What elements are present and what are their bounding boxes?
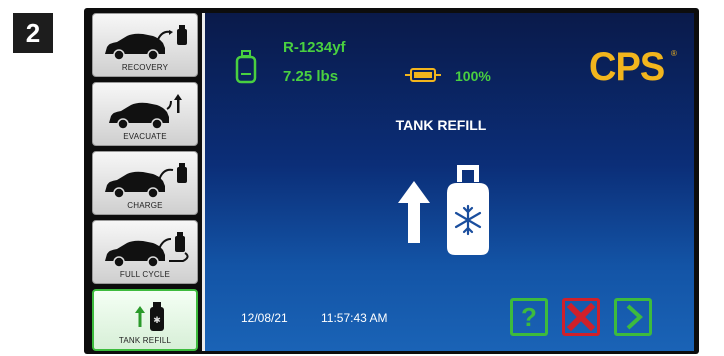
help-label: ? <box>521 302 537 332</box>
car-evacuate-icon <box>109 94 182 130</box>
refrigerant-type: R-1234yf <box>283 39 346 56</box>
up-arrow-icon <box>398 181 430 243</box>
tank-status-icon <box>235 50 257 84</box>
sidebar-item-label: FULL CYCLE <box>119 270 171 279</box>
battery-icon <box>405 68 441 82</box>
sidebar-item-label: CHARGE <box>127 201 163 210</box>
sidebar-item-recovery[interactable]: RECOVERY <box>92 13 198 77</box>
registered-mark: ® <box>671 49 677 58</box>
tank-refill-icon: ✱ <box>135 302 164 331</box>
tank-weight: 7.25 lbs <box>283 68 339 85</box>
sidebar-item-evacuate[interactable]: EVACUATE <box>92 82 198 146</box>
next-button[interactable] <box>614 298 652 336</box>
close-icon <box>566 302 596 332</box>
chevron-right-icon <box>626 304 643 330</box>
sidebar: RECOVERY EVACUATE CHARGE FULL CYCLE ✱ TA… <box>92 13 198 351</box>
main-panel: R-1234yf 7.25 lbs 100% CPS ® TANK REFILL… <box>205 13 694 351</box>
car-charge-icon <box>105 163 187 199</box>
date-display: 12/08/21 <box>241 311 288 325</box>
sidebar-item-full-cycle[interactable]: FULL CYCLE <box>92 220 198 284</box>
cancel-button[interactable] <box>562 298 600 336</box>
help-button[interactable]: ? <box>510 298 548 336</box>
time-display: 11:57:43 AM <box>321 311 388 325</box>
step-number-badge: 2 <box>13 13 53 53</box>
car-full-cycle-icon <box>105 232 189 268</box>
cps-logo: CPS <box>589 45 665 89</box>
screen-title: TANK REFILL <box>395 117 487 133</box>
refrigerant-tank-icon <box>447 165 489 255</box>
sidebar-item-label: TANK REFILL <box>118 336 172 345</box>
sidebar-item-label: RECOVERY <box>121 63 169 72</box>
car-recovery-icon <box>105 25 187 61</box>
battery-percent: 100% <box>455 68 491 84</box>
sidebar-item-tank-refill[interactable]: ✱ TANK REFILL <box>92 289 198 351</box>
sidebar-item-label: EVACUATE <box>123 132 167 141</box>
svg-text:✱: ✱ <box>153 316 161 326</box>
sidebar-item-charge[interactable]: CHARGE <box>92 151 198 215</box>
